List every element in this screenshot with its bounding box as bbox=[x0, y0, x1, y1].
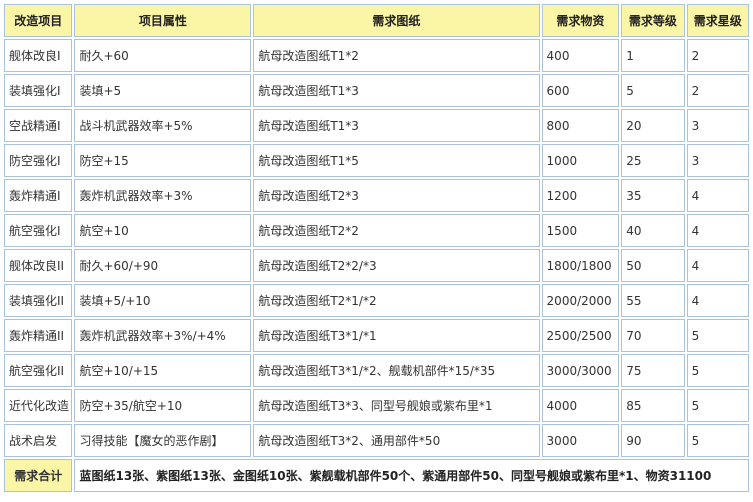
table-row: 舰体改良I 耐久+60 航母改造图纸T1*2 400 1 2 bbox=[4, 39, 749, 72]
cell-project: 装填强化II bbox=[4, 284, 73, 317]
cell-level: 55 bbox=[621, 284, 685, 317]
summary-text: 蓝图纸13张、紫图纸13张、金图纸10张、紫舰载机部件50个、紫通用部件50、同… bbox=[74, 459, 749, 492]
table-row: 轰炸精通I 轰炸机武器效率+3% 航母改造图纸T2*3 1200 35 4 bbox=[4, 179, 749, 212]
cell-attribute: 耐久+60 bbox=[74, 39, 252, 72]
cell-material: 1800/1800 bbox=[541, 249, 620, 282]
cell-blueprint: 航母改造图纸T1*3 bbox=[253, 74, 540, 107]
cell-project: 航空强化I bbox=[4, 214, 73, 247]
cell-blueprint: 航母改造图纸T1*5 bbox=[253, 144, 540, 177]
cell-attribute: 防空+15 bbox=[74, 144, 252, 177]
cell-blueprint: 航母改造图纸T2*3 bbox=[253, 179, 540, 212]
cell-attribute: 战斗机武器效率+5% bbox=[74, 109, 252, 142]
cell-level: 90 bbox=[621, 424, 685, 457]
cell-star: 2 bbox=[686, 39, 749, 72]
cell-project: 舰体改良I bbox=[4, 39, 73, 72]
cell-star: 5 bbox=[686, 319, 749, 352]
cell-star: 2 bbox=[686, 74, 749, 107]
header-cell-star: 需求星级 bbox=[686, 4, 749, 37]
cell-project: 近代化改造 bbox=[4, 389, 73, 422]
cell-material: 2500/2500 bbox=[541, 319, 620, 352]
cell-attribute: 防空+35/航空+10 bbox=[74, 389, 252, 422]
cell-level: 1 bbox=[621, 39, 685, 72]
table-row: 空战精通I 战斗机武器效率+5% 航母改造图纸T1*3 800 20 3 bbox=[4, 109, 749, 142]
cell-level: 40 bbox=[621, 214, 685, 247]
table-row: 近代化改造 防空+35/航空+10 航母改造图纸T3*3、同型号舰娘或紫布里*1 40… bbox=[4, 389, 749, 422]
cell-project: 空战精通I bbox=[4, 109, 73, 142]
table-body: 舰体改良I 耐久+60 航母改造图纸T1*2 400 1 2 装填强化I 装填+5 航母改造图纸… bbox=[4, 39, 749, 457]
table-row: 战术启发 习得技能【魔女的恶作剧】 航母改造图纸T3*2、通用部件*50 3000 90… bbox=[4, 424, 749, 457]
header-cell-blueprint: 需求图纸 bbox=[253, 4, 540, 37]
cell-project: 轰炸精通I bbox=[4, 179, 73, 212]
cell-project: 航空强化II bbox=[4, 354, 73, 387]
cell-blueprint: 航母改造图纸T1*3 bbox=[253, 109, 540, 142]
cell-project: 防空强化I bbox=[4, 144, 73, 177]
cell-material: 1500 bbox=[541, 214, 620, 247]
upgrade-requirements-table: 改造项目 项目属性 需求图纸 需求物资 需求等级 需求星级 舰体改良I 耐久+60… bbox=[2, 2, 751, 494]
table-row: 装填强化II 装填+5/+10 航母改造图纸T2*1/*2 2000/2000 55 4 bbox=[4, 284, 749, 317]
cell-star: 5 bbox=[686, 424, 749, 457]
cell-material: 2000/2000 bbox=[541, 284, 620, 317]
cell-blueprint: 航母改造图纸T2*2/*3 bbox=[253, 249, 540, 282]
cell-project: 装填强化I bbox=[4, 74, 73, 107]
cell-project: 战术启发 bbox=[4, 424, 73, 457]
cell-material: 3000/3000 bbox=[541, 354, 620, 387]
cell-project: 轰炸精通II bbox=[4, 319, 73, 352]
header-cell-project: 改造项目 bbox=[4, 4, 73, 37]
cell-blueprint: 航母改造图纸T2*2 bbox=[253, 214, 540, 247]
cell-material: 3000 bbox=[541, 424, 620, 457]
table-row: 航空强化I 航空+10 航母改造图纸T2*2 1500 40 4 bbox=[4, 214, 749, 247]
cell-material: 800 bbox=[541, 109, 620, 142]
cell-star: 5 bbox=[686, 354, 749, 387]
cell-material: 1200 bbox=[541, 179, 620, 212]
cell-star: 5 bbox=[686, 389, 749, 422]
cell-star: 4 bbox=[686, 284, 749, 317]
cell-level: 70 bbox=[621, 319, 685, 352]
table-row: 航空强化II 航空+10/+15 航母改造图纸T3*1/*2、舰载机部件*15/*3… bbox=[4, 354, 749, 387]
cell-star: 3 bbox=[686, 109, 749, 142]
cell-blueprint: 航母改造图纸T3*1/*2、舰载机部件*15/*35 bbox=[253, 354, 540, 387]
cell-attribute: 装填+5/+10 bbox=[74, 284, 252, 317]
upgrade-table-wrapper: 改造项目 项目属性 需求图纸 需求物资 需求等级 需求星级 舰体改良I 耐久+60… bbox=[2, 2, 751, 494]
cell-material: 1000 bbox=[541, 144, 620, 177]
cell-material: 400 bbox=[541, 39, 620, 72]
header-cell-attribute: 项目属性 bbox=[74, 4, 252, 37]
cell-level: 35 bbox=[621, 179, 685, 212]
cell-blueprint: 航母改造图纸T3*1/*1 bbox=[253, 319, 540, 352]
table-row: 舰体改良II 耐久+60/+90 航母改造图纸T2*2/*3 1800/1800 50 4 bbox=[4, 249, 749, 282]
table-row: 装填强化I 装填+5 航母改造图纸T1*3 600 5 2 bbox=[4, 74, 749, 107]
cell-attribute: 耐久+60/+90 bbox=[74, 249, 252, 282]
table-header-row: 改造项目 项目属性 需求图纸 需求物资 需求等级 需求星级 bbox=[4, 4, 749, 37]
cell-star: 3 bbox=[686, 144, 749, 177]
summary-label: 需求合计 bbox=[4, 459, 73, 492]
cell-attribute: 习得技能【魔女的恶作剧】 bbox=[74, 424, 252, 457]
cell-attribute: 轰炸机武器效率+3% bbox=[74, 179, 252, 212]
cell-blueprint: 航母改造图纸T3*2、通用部件*50 bbox=[253, 424, 540, 457]
table-row: 轰炸精通II 轰炸机武器效率+3%/+4% 航母改造图纸T3*1/*1 2500/25… bbox=[4, 319, 749, 352]
header-cell-material: 需求物资 bbox=[541, 4, 620, 37]
cell-attribute: 装填+5 bbox=[74, 74, 252, 107]
cell-star: 4 bbox=[686, 249, 749, 282]
cell-blueprint: 航母改造图纸T1*2 bbox=[253, 39, 540, 72]
header-cell-level: 需求等级 bbox=[621, 4, 685, 37]
cell-star: 4 bbox=[686, 214, 749, 247]
summary-row: 需求合计 蓝图纸13张、紫图纸13张、金图纸10张、紫舰载机部件50个、紫通用部… bbox=[4, 459, 749, 492]
cell-attribute: 轰炸机武器效率+3%/+4% bbox=[74, 319, 252, 352]
cell-blueprint: 航母改造图纸T2*1/*2 bbox=[253, 284, 540, 317]
cell-level: 50 bbox=[621, 249, 685, 282]
cell-level: 75 bbox=[621, 354, 685, 387]
cell-material: 600 bbox=[541, 74, 620, 107]
cell-attribute: 航空+10/+15 bbox=[74, 354, 252, 387]
cell-level: 20 bbox=[621, 109, 685, 142]
cell-level: 25 bbox=[621, 144, 685, 177]
cell-level: 5 bbox=[621, 74, 685, 107]
cell-blueprint: 航母改造图纸T3*3、同型号舰娘或紫布里*1 bbox=[253, 389, 540, 422]
cell-attribute: 航空+10 bbox=[74, 214, 252, 247]
table-row: 防空强化I 防空+15 航母改造图纸T1*5 1000 25 3 bbox=[4, 144, 749, 177]
cell-level: 85 bbox=[621, 389, 685, 422]
cell-project: 舰体改良II bbox=[4, 249, 73, 282]
cell-star: 4 bbox=[686, 179, 749, 212]
cell-material: 4000 bbox=[541, 389, 620, 422]
